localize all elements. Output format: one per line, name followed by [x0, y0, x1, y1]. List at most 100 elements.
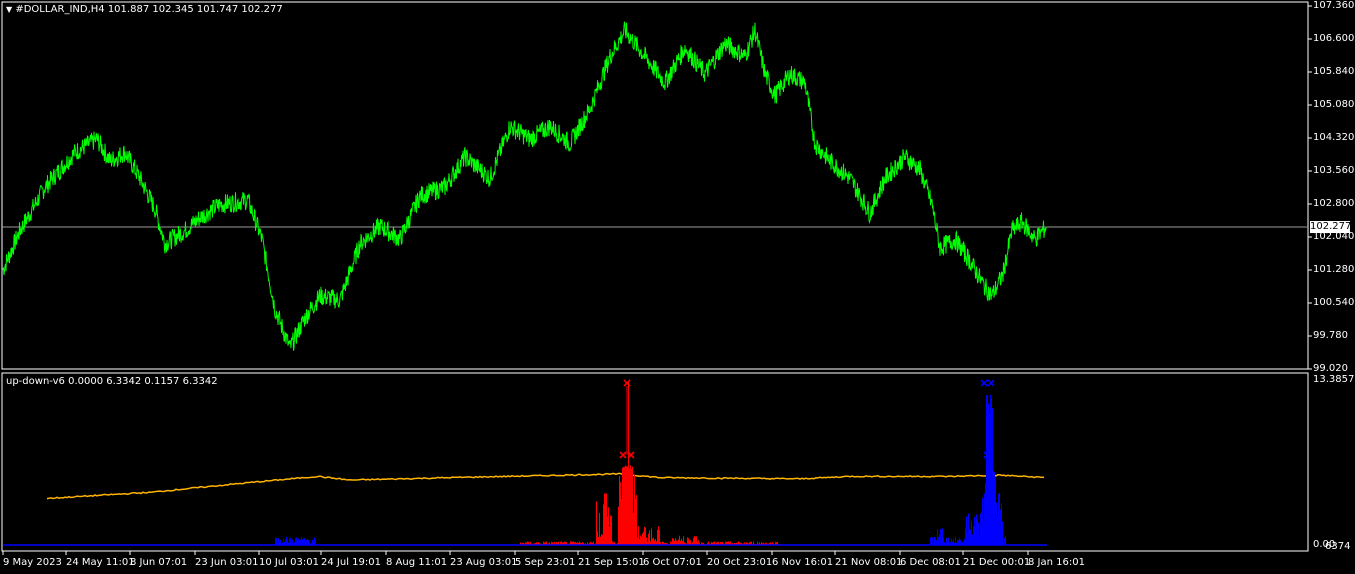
axis-ticks: [2, 5, 1312, 555]
down-histogram-bar: [999, 492, 1000, 545]
down-histogram-bar: [306, 539, 307, 545]
down-histogram-bar: [970, 529, 971, 545]
down-histogram-bar: [991, 397, 992, 545]
down-histogram-bar: [992, 408, 993, 545]
symbol-dropdown[interactable]: ▼ #DOLLAR_IND,H4 101.887 102.345 101.747…: [6, 4, 283, 16]
up-histogram-bar: [648, 533, 649, 545]
average-line: [46, 472, 1045, 500]
down-histogram-bar: [1000, 509, 1001, 545]
up-histogram-bar: [602, 534, 603, 545]
up-histogram-bar: [619, 475, 620, 545]
down-histogram-bar: [946, 538, 947, 545]
down-histogram-bar: [983, 519, 984, 545]
price-axis-label: 105.080: [1313, 99, 1355, 110]
price-axis-label: 101.280: [1313, 264, 1355, 275]
down-histogram-bar: [976, 514, 977, 545]
up-histogram-bar: [658, 526, 659, 545]
up-histogram-bar: [652, 538, 653, 545]
time-axis-label: 8 Jan 16:01: [1028, 557, 1085, 568]
up-histogram-bar: [597, 531, 598, 545]
price-axis-label: 103.560: [1313, 165, 1355, 176]
down-histogram-bar: [295, 538, 296, 545]
down-histogram-bar: [314, 537, 315, 545]
up-histogram-bar: [635, 498, 636, 545]
down-histogram-bar: [942, 528, 943, 545]
down-histogram-bar: [280, 539, 281, 545]
up-histogram-bar: [672, 537, 673, 545]
up-histogram-bar: [596, 501, 597, 545]
down-histogram-bar: [312, 539, 313, 545]
time-axis-label: 6 Dec 08:01: [900, 557, 961, 568]
down-histogram-bar: [307, 538, 308, 545]
up-histogram-bar: [607, 516, 608, 545]
down-histogram-bar: [978, 523, 979, 545]
up-histogram-bar: [608, 507, 609, 545]
down-histogram-bar: [1002, 521, 1003, 545]
down-histogram-bar: [935, 537, 936, 545]
down-histogram-bar: [292, 539, 293, 545]
average-line-series: [46, 472, 1045, 500]
down-histogram-bar: [303, 538, 304, 545]
up-histogram-bar: [640, 535, 641, 545]
terminal-chart-window: ▼ #DOLLAR_IND,H4 101.887 102.345 101.747…: [0, 0, 1355, 574]
down-histogram-bar: [300, 539, 301, 545]
up-histogram-bar: [629, 468, 630, 545]
up-histogram-bar: [622, 467, 623, 545]
down-histogram-bar: [980, 513, 981, 545]
up-histogram-bar: [604, 493, 605, 545]
up-histogram-bar: [681, 538, 682, 545]
chart-canvas[interactable]: [0, 0, 1355, 574]
up-histogram-bar: [641, 537, 642, 545]
time-axis-label: 10 Jul 03:01: [259, 557, 319, 568]
time-axis-label: 8 Jun 07:01: [130, 557, 188, 568]
time-axis-label: 6 Oct 07:01: [643, 557, 702, 568]
time-axis-label: 24 Jul 19:01: [321, 557, 381, 568]
up-histogram-bar: [644, 526, 645, 545]
up-histogram-bar: [611, 515, 612, 545]
current-price-tag: 102.277: [1310, 221, 1352, 233]
time-axis-label: 21 Dec 00:01: [963, 557, 1031, 568]
chevron-down-icon[interactable]: ▼: [6, 5, 12, 14]
down-histogram-bar: [995, 476, 996, 545]
up-histogram-bar: [610, 515, 611, 545]
down-histogram-bar: [943, 537, 944, 545]
up-histogram: [520, 381, 781, 545]
up-histogram-bar: [649, 530, 650, 545]
up-histogram-bar: [675, 538, 676, 545]
time-axis-label: 21 Sep 15:01: [578, 557, 645, 568]
down-histogram-bar: [937, 528, 938, 545]
up-histogram-bar: [618, 506, 619, 545]
up-histogram-bar: [638, 526, 639, 545]
time-axis-label: 24 May 11:01: [66, 557, 135, 568]
indicator-axis-min-overlap: 6374: [1325, 541, 1351, 552]
up-histogram-bar: [678, 539, 679, 545]
up-histogram-bar: [646, 537, 647, 545]
up-histogram-bar: [696, 536, 697, 545]
down-histogram-bar: [941, 529, 942, 545]
down-histogram-bar: [930, 537, 931, 545]
down-histogram-bar: [969, 528, 970, 545]
up-histogram-bar: [639, 539, 640, 545]
down-histogram-bar: [974, 517, 975, 545]
price-series: [2, 21, 1047, 351]
up-histogram-bar: [623, 466, 624, 545]
down-histogram-bar: [996, 502, 997, 545]
indicator-frame: [1, 372, 1309, 552]
down-histogram-bar: [951, 538, 952, 545]
down-histogram-bar: [973, 526, 974, 545]
peak-marker-icon: [980, 379, 988, 387]
down-histogram-bar: [981, 511, 982, 545]
time-axis-label: 8 Aug 11:01: [386, 557, 448, 568]
time-axis-label: 23 Aug 03:01: [450, 557, 518, 568]
down-histogram-bar: [1004, 538, 1005, 545]
down-histogram-bar: [286, 536, 287, 545]
up-histogram-bar: [643, 531, 644, 545]
time-axis-label: 9 May 2023: [3, 557, 62, 568]
up-histogram-bar: [601, 534, 602, 545]
up-histogram-bar: [645, 527, 646, 545]
down-histogram-bar: [964, 538, 965, 545]
up-histogram-bar: [636, 495, 637, 545]
down-histogram-bar: [304, 538, 305, 545]
price-axis-label: 106.600: [1313, 33, 1355, 44]
down-histogram-bar: [988, 403, 989, 545]
